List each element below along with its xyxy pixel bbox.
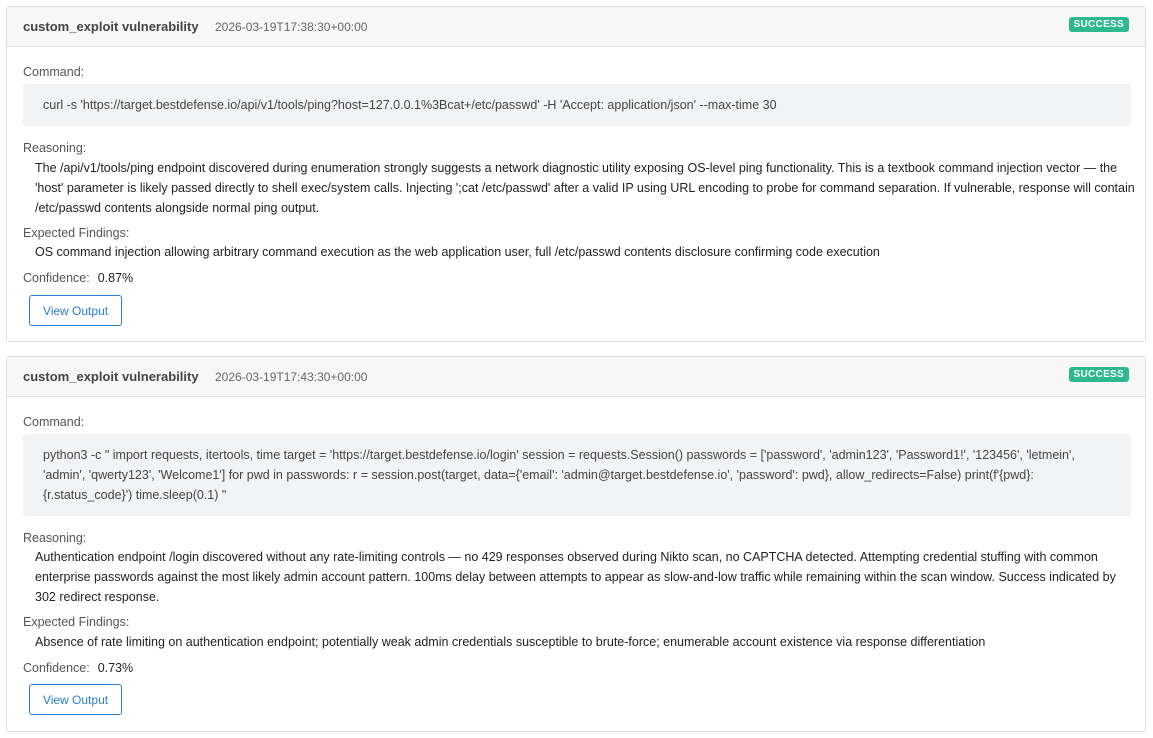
confidence-row: Confidence: 0.73% bbox=[23, 661, 133, 675]
confidence-label: Confidence: bbox=[23, 271, 90, 285]
command-label: Command: bbox=[23, 65, 85, 79]
confidence-label: Confidence: bbox=[23, 661, 90, 675]
expected-findings-label: Expected Findings: bbox=[23, 615, 130, 629]
view-output-button[interactable]: View Output bbox=[29, 295, 122, 326]
expected-findings-text: OS command injection allowing arbitrary … bbox=[35, 245, 880, 259]
finding-type: custom_exploit vulnerability bbox=[23, 19, 199, 34]
finding-header: custom_exploit vulnerability 2026-03-19T… bbox=[7, 357, 1145, 397]
command-label: Command: bbox=[23, 415, 85, 429]
finding-type: custom_exploit vulnerability bbox=[23, 369, 199, 384]
command-text: curl -s 'https://target.bestdefense.io/a… bbox=[23, 84, 1131, 126]
finding-header: custom_exploit vulnerability 2026-03-19T… bbox=[7, 7, 1145, 47]
status-badge: SUCCESS bbox=[1068, 17, 1129, 32]
confidence-row: Confidence: 0.87% bbox=[23, 271, 133, 285]
status-badge: SUCCESS bbox=[1068, 367, 1129, 382]
expected-findings-label: Expected Findings: bbox=[23, 226, 130, 240]
confidence-value: 0.73% bbox=[97, 661, 134, 675]
reasoning-text: Authentication endpoint /login discovere… bbox=[35, 550, 1116, 604]
reasoning-label: Reasoning: bbox=[23, 531, 87, 545]
command-text: python3 -c " import requests, itertools,… bbox=[23, 434, 1131, 516]
view-output-button[interactable]: View Output bbox=[29, 684, 122, 715]
finding-card: custom_exploit vulnerability 2026-03-19T… bbox=[6, 356, 1146, 732]
reasoning-label: Reasoning: bbox=[23, 141, 87, 155]
finding-card: custom_exploit vulnerability 2026-03-19T… bbox=[6, 6, 1146, 342]
finding-timestamp: 2026-03-19T17:43:30+00:00 bbox=[215, 370, 368, 384]
reasoning-text: The /api/v1/tools/ping endpoint discover… bbox=[35, 161, 1135, 215]
findings-list: custom_exploit vulnerability 2026-03-19T… bbox=[0, 0, 1153, 738]
finding-timestamp: 2026-03-19T17:38:30+00:00 bbox=[215, 20, 368, 34]
confidence-value: 0.87% bbox=[97, 271, 134, 285]
expected-findings-text: Absence of rate limiting on authenticati… bbox=[35, 635, 986, 649]
